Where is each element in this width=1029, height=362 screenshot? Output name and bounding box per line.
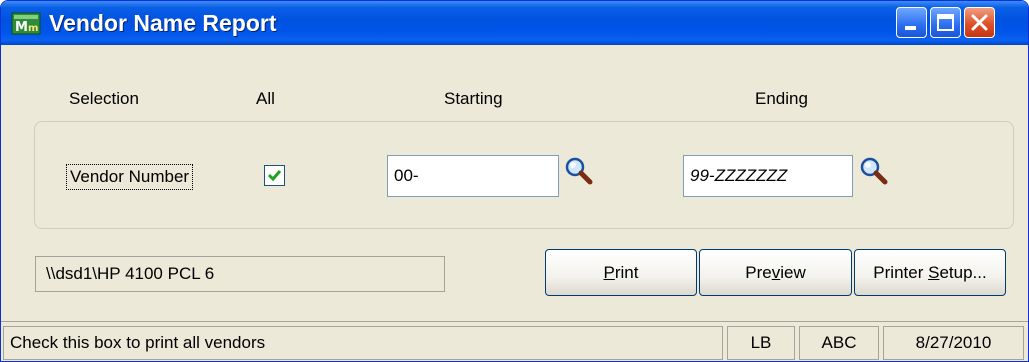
minimize-icon: [905, 26, 916, 30]
preview-mnemonic: v: [771, 263, 781, 282]
column-header-all: All: [256, 89, 275, 108]
preview-button[interactable]: Preview: [699, 249, 852, 296]
vendor-number-label[interactable]: Vendor Number: [66, 164, 194, 190]
setup-label-pre: Printer: [873, 263, 929, 282]
ending-lookup-icon[interactable]: [859, 156, 889, 188]
sage-mas-app-icon: M m: [11, 12, 41, 35]
setup-label-post: etup...: [939, 263, 987, 282]
svg-text:m: m: [28, 23, 38, 34]
status-date: 8/27/2010: [883, 326, 1024, 360]
minimize-button[interactable]: [896, 7, 927, 38]
title-bar[interactable]: M m Vendor Name Report: [1, 1, 1028, 45]
maximize-icon: [937, 14, 954, 31]
all-vendors-checkbox[interactable]: [264, 165, 285, 186]
vendor-name-report-window: M m Vendor Name Report Selection All Sta…: [0, 0, 1029, 362]
ending-vendor-input[interactable]: 99-ZZZZZZZ: [683, 155, 853, 197]
svg-text:M: M: [15, 20, 28, 35]
print-label-rest: rint: [614, 263, 639, 282]
preview-label-post: iew: [780, 263, 806, 282]
status-bar: Check this box to print all vendors LB A…: [1, 321, 1028, 361]
checkmark-icon: [267, 170, 282, 182]
maximize-button[interactable]: [930, 7, 961, 38]
window-title: Vendor Name Report: [49, 10, 277, 36]
close-icon: [971, 14, 988, 31]
print-button[interactable]: Print: [545, 249, 697, 296]
printer-setup-button[interactable]: Printer Setup...: [854, 249, 1006, 296]
column-header-ending: Ending: [755, 89, 808, 108]
status-message: Check this box to print all vendors: [3, 326, 723, 360]
print-mnemonic: P: [603, 263, 615, 282]
starting-lookup-icon[interactable]: [564, 156, 594, 188]
close-button[interactable]: [964, 7, 995, 38]
preview-label-pre: Pre: [745, 263, 772, 282]
printer-name-field: \\dsd1\HP 4100 PCL 6: [35, 256, 445, 292]
setup-mnemonic: S: [928, 263, 940, 282]
starting-vendor-input[interactable]: 00-: [387, 155, 559, 197]
status-user: LB: [727, 326, 795, 360]
column-header-selection: Selection: [69, 89, 139, 108]
column-header-starting: Starting: [444, 89, 503, 108]
status-company: ABC: [799, 326, 879, 360]
